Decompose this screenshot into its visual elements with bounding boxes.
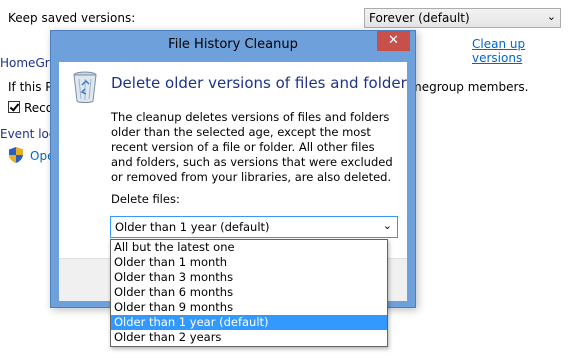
option-3-months[interactable]: Older than 3 months bbox=[111, 270, 387, 285]
recommend-label: Reco bbox=[24, 101, 54, 115]
dialog-description: The cleanup deletes versions of files an… bbox=[111, 110, 393, 184]
clean-up-versions-link[interactable]: Clean up versions bbox=[472, 37, 575, 65]
option-9-months[interactable]: Older than 9 months bbox=[111, 300, 387, 315]
close-icon: ✕ bbox=[388, 33, 399, 48]
option-1-month[interactable]: Older than 1 month bbox=[111, 255, 387, 270]
keep-versions-value: Forever (default) bbox=[369, 11, 470, 25]
option-all-but-latest[interactable]: All but the latest one bbox=[111, 240, 387, 255]
delete-files-dropdown: All but the latest one Older than 1 mont… bbox=[110, 239, 388, 347]
keep-versions-label: Keep saved versions: bbox=[8, 11, 136, 25]
option-2-years[interactable]: Older than 2 years bbox=[111, 330, 387, 345]
homegroup-text-right: megroup members. bbox=[410, 80, 529, 94]
chevron-down-icon: ⌄ bbox=[546, 10, 556, 23]
option-1-year-default[interactable]: Older than 1 year (default) bbox=[111, 315, 387, 330]
dialog-heading: Delete older versions of files and folde… bbox=[111, 74, 407, 92]
delete-files-select[interactable]: Older than 1 year (default) ⌄ bbox=[110, 216, 398, 238]
close-button[interactable]: ✕ bbox=[377, 31, 410, 51]
recycle-bin-icon bbox=[71, 70, 99, 104]
dialog-title: File History Cleanup bbox=[168, 37, 298, 52]
delete-files-value: Older than 1 year (default) bbox=[115, 220, 270, 234]
recommend-checkbox[interactable] bbox=[8, 101, 20, 113]
event-log-heading: Event log bbox=[0, 127, 57, 141]
file-history-window: Keep saved versions: Forever (default) ⌄… bbox=[0, 0, 575, 361]
homegroup-heading: HomeGro bbox=[0, 56, 57, 70]
delete-files-label: Delete files: bbox=[111, 192, 180, 206]
option-6-months[interactable]: Older than 6 months bbox=[111, 285, 387, 300]
chevron-down-icon: ⌄ bbox=[382, 219, 392, 232]
shield-icon bbox=[8, 146, 24, 164]
keep-versions-select[interactable]: Forever (default) ⌄ bbox=[364, 8, 561, 28]
